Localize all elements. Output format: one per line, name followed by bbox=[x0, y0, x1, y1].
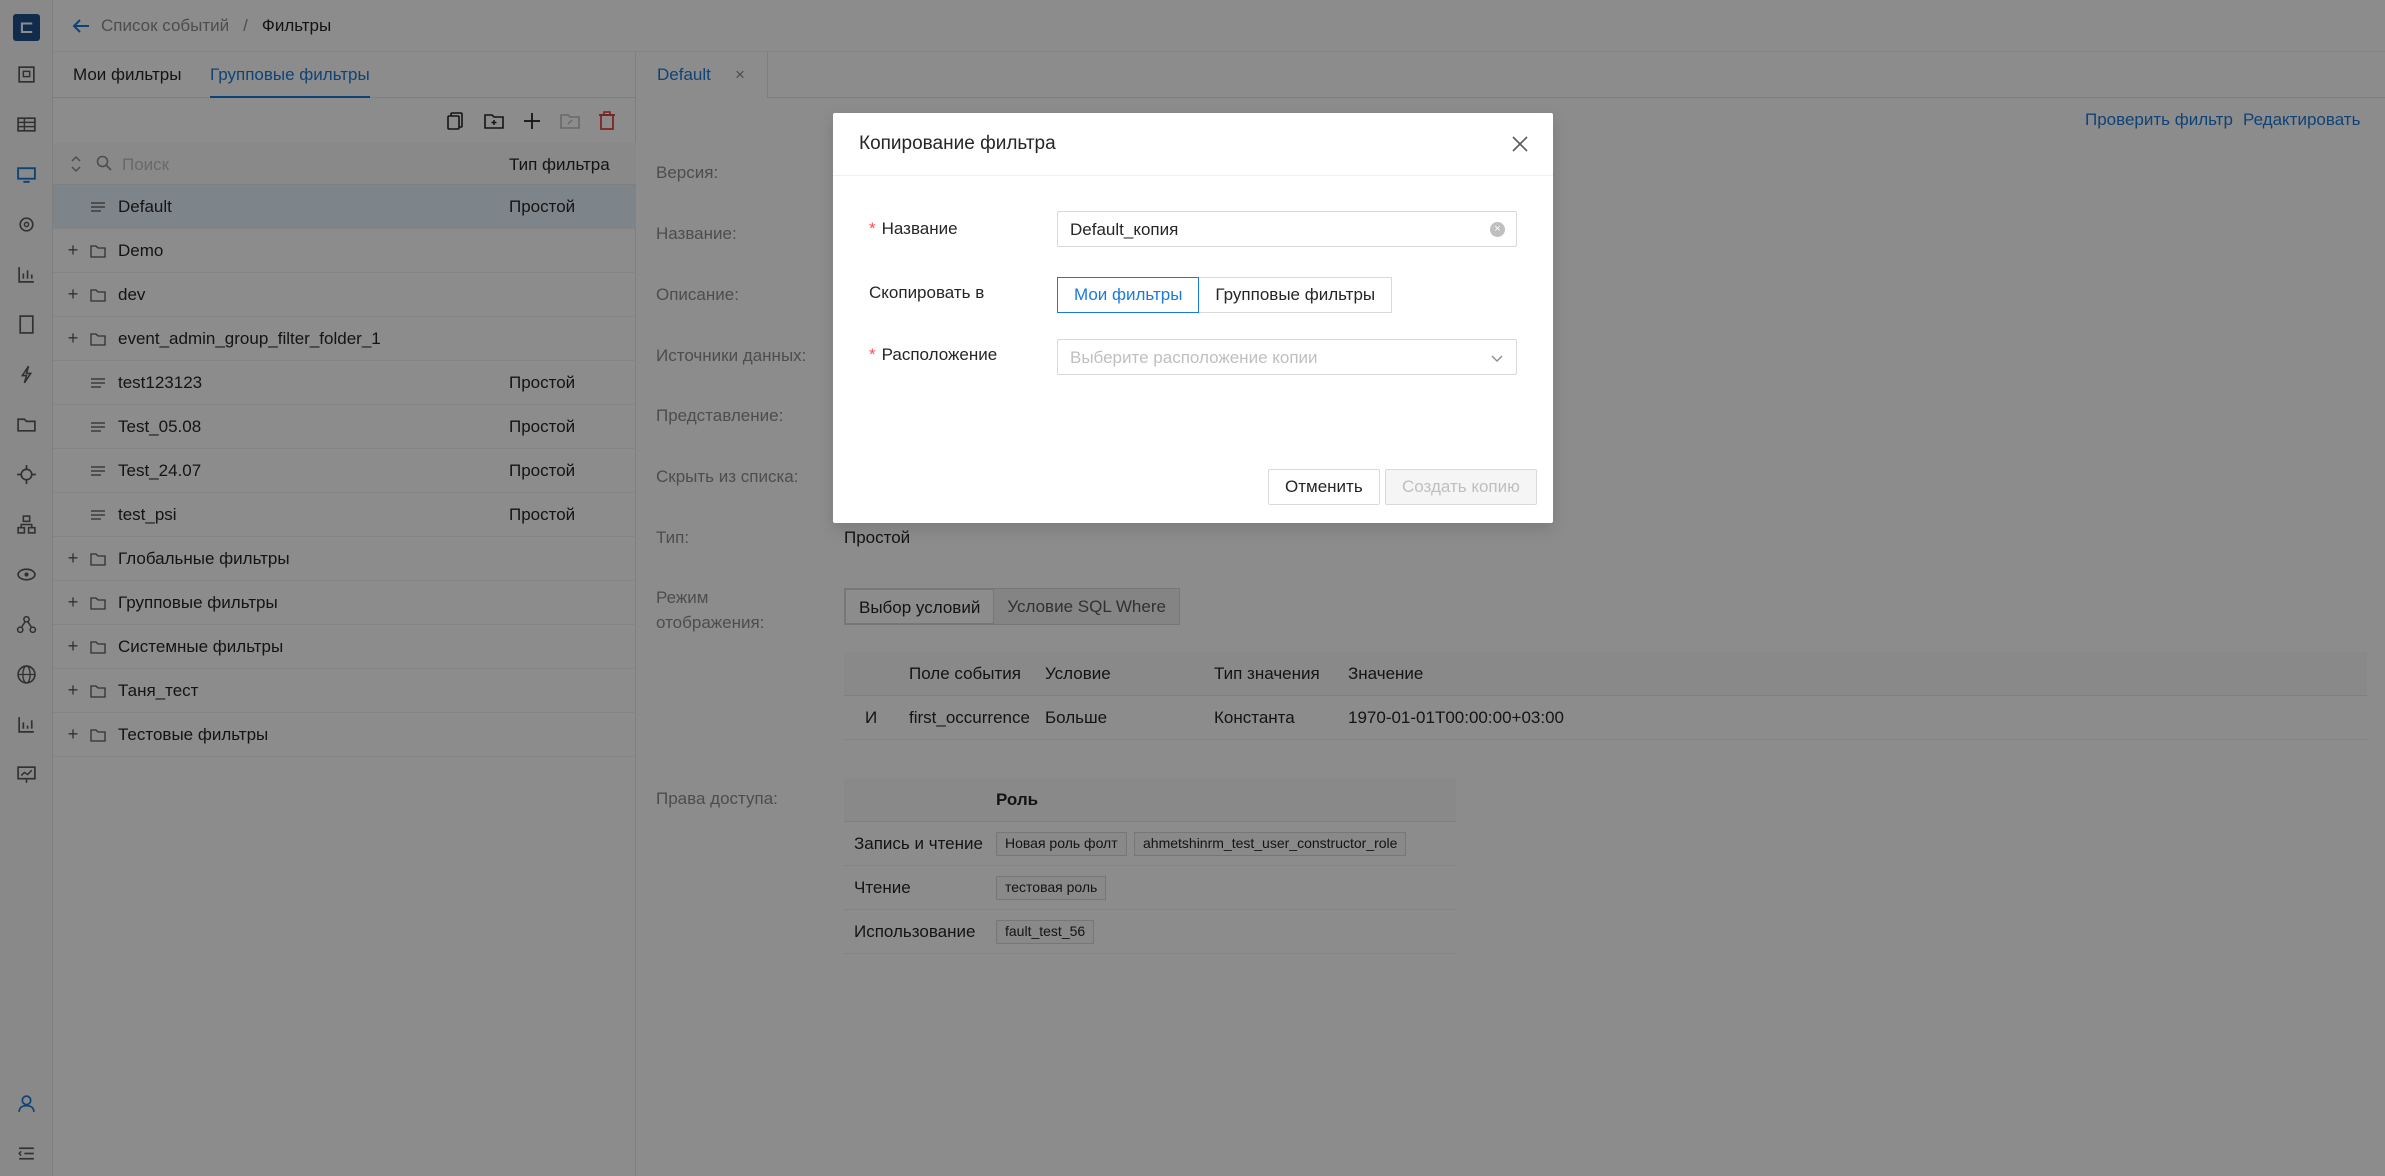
app-root: ⊏ Список событий / Фильтры Мои фильтры Г… bbox=[0, 0, 2385, 1176]
copy-to-switch: Мои фильтры Групповые фильтры bbox=[1057, 277, 1393, 313]
name-field-value: Default_копия bbox=[1070, 220, 1179, 239]
close-icon[interactable] bbox=[1509, 133, 1531, 155]
copy-to-group-filters[interactable]: Групповые фильтры bbox=[1199, 277, 1393, 313]
name-field-label-text: Название bbox=[881, 219, 958, 238]
location-label-text: Расположение bbox=[881, 345, 998, 364]
location-placeholder: Выберите расположение копии bbox=[1070, 348, 1318, 367]
modal-header: Копирование фильтра bbox=[833, 113, 1553, 176]
name-field-label: * Название bbox=[869, 219, 958, 239]
required-mark: * bbox=[869, 345, 876, 364]
location-label: * Расположение bbox=[869, 345, 997, 365]
clear-icon[interactable]: × bbox=[1490, 222, 1505, 237]
cancel-button[interactable]: Отменить bbox=[1268, 469, 1380, 505]
copy-filter-modal: Копирование фильтра * Название Default_ко… bbox=[833, 113, 1553, 523]
copy-to-my-filters[interactable]: Мои фильтры bbox=[1057, 277, 1200, 313]
create-copy-button[interactable]: Создать копию bbox=[1385, 469, 1537, 505]
required-mark: * bbox=[869, 219, 876, 238]
modal-title: Копирование фильтра bbox=[859, 133, 1056, 154]
location-select[interactable]: Выберите расположение копии bbox=[1057, 339, 1517, 375]
name-field[interactable]: Default_копия × bbox=[1057, 211, 1517, 247]
copy-to-label: Скопировать в bbox=[869, 283, 985, 302]
chevron-down-icon bbox=[1491, 355, 1503, 362]
